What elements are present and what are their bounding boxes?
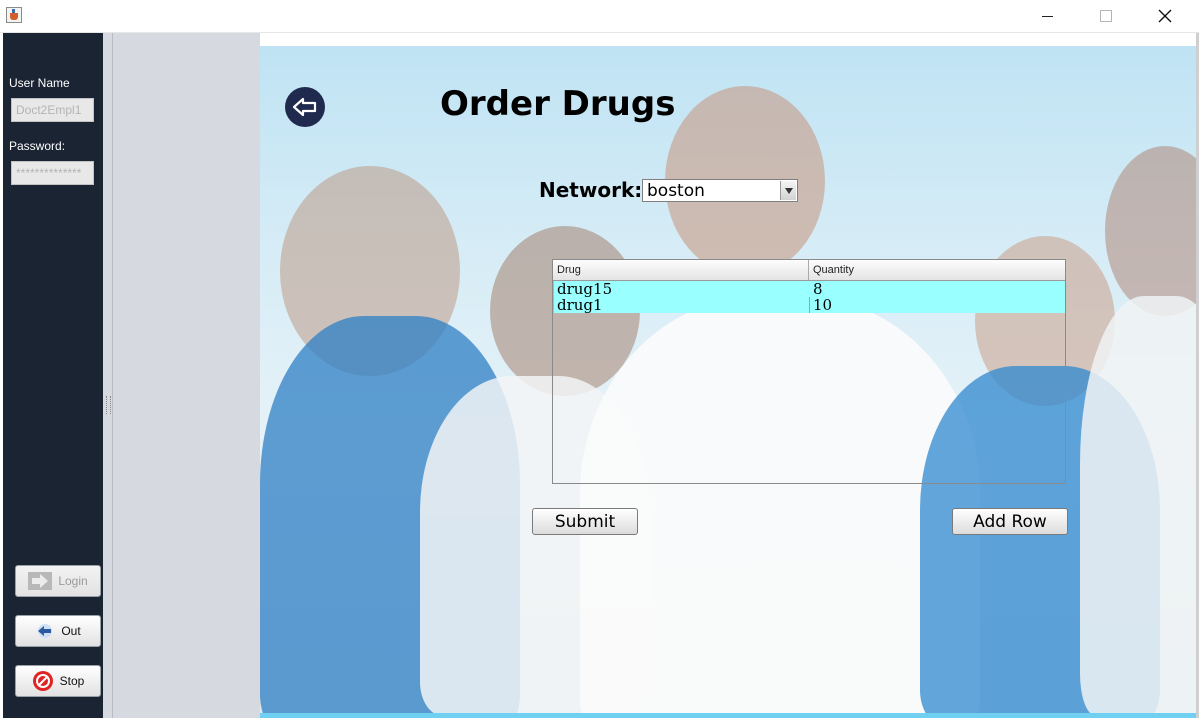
table-cell-quantity[interactable]: 10	[810, 297, 1065, 313]
split-pane-gap	[103, 33, 260, 718]
java-app-icon	[6, 7, 22, 23]
table-header: Drug Quantity	[553, 260, 1065, 281]
network-selected-value: boston	[647, 181, 705, 201]
maximize-button[interactable]	[1077, 0, 1135, 32]
stop-label: Stop	[59, 674, 85, 688]
column-header-drug[interactable]: Drug	[553, 260, 809, 280]
split-pane-line	[112, 33, 113, 718]
bottom-accent-strip	[260, 713, 1196, 718]
back-button[interactable]	[285, 87, 325, 127]
table-row[interactable]: drug1 10	[554, 297, 1065, 313]
table-cell-drug[interactable]: drug1	[554, 297, 810, 313]
split-pane-divider[interactable]	[106, 396, 111, 414]
password-field[interactable]: **************	[11, 161, 94, 185]
login-button[interactable]: Login	[15, 565, 101, 597]
table-cell-drug[interactable]: drug15	[554, 281, 810, 297]
table-row[interactable]: drug15 8	[554, 281, 1065, 297]
page-title: Order Drugs	[440, 84, 676, 124]
logout-arrow-icon	[38, 624, 53, 638]
username-label: User Name	[9, 76, 70, 90]
logout-button[interactable]: Out	[15, 615, 101, 647]
network-dropdown[interactable]: boston	[642, 179, 798, 202]
window-title-bar	[0, 0, 1199, 33]
close-button[interactable]	[1136, 0, 1194, 32]
logout-label: Out	[61, 624, 81, 638]
login-label: Login	[58, 574, 88, 588]
add-row-button[interactable]: Add Row	[952, 508, 1068, 535]
minimize-button[interactable]	[1018, 0, 1076, 32]
table-cell-quantity[interactable]: 8	[810, 281, 1065, 297]
login-arrow-icon	[28, 572, 53, 590]
stop-icon	[32, 671, 53, 691]
password-label: Password:	[9, 139, 66, 153]
close-icon	[1158, 9, 1172, 23]
network-label: Network:	[539, 178, 643, 202]
column-header-quantity[interactable]: Quantity	[809, 260, 1065, 280]
stop-button[interactable]: Stop	[15, 665, 101, 697]
drug-order-table[interactable]: Drug Quantity drug15 8 drug1 10	[552, 259, 1066, 484]
submit-button[interactable]: Submit	[532, 508, 638, 535]
order-drugs-panel: Order Drugs Network: boston Drug Quantit…	[260, 46, 1196, 713]
maximize-icon	[1100, 10, 1112, 22]
login-sidebar: User Name Doct2Empl1 Password: *********…	[3, 33, 103, 718]
username-field[interactable]: Doct2Empl1	[11, 98, 94, 122]
minimize-icon	[1041, 15, 1053, 17]
back-arrow-icon	[292, 97, 317, 117]
dropdown-arrow-icon[interactable]	[780, 181, 796, 200]
